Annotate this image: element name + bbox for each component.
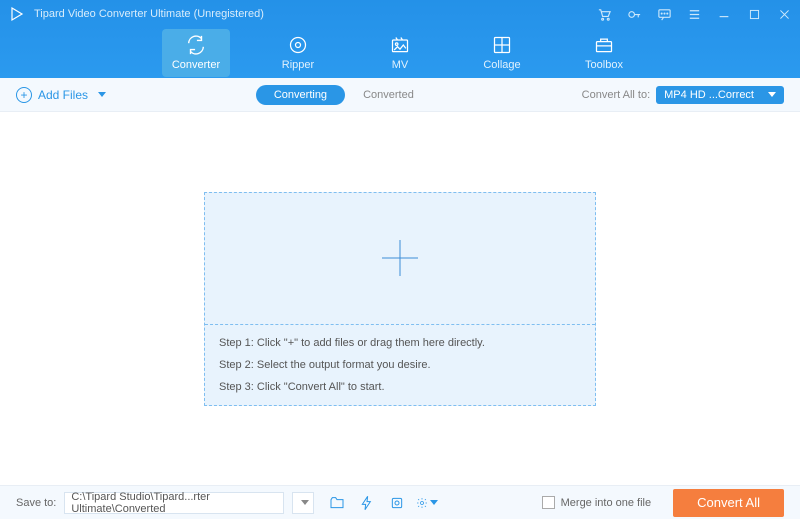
save-path-input[interactable]: C:\Tipard Studio\Tipard...rter Ultimate\…	[64, 492, 284, 514]
toolbox-icon	[594, 35, 614, 55]
tab-label: Converter	[172, 59, 220, 71]
save-to-label: Save to:	[16, 497, 56, 509]
maximize-icon[interactable]	[746, 6, 762, 22]
ripper-icon	[288, 35, 308, 55]
tab-collage[interactable]: Collage	[468, 29, 536, 77]
pill-converting[interactable]: Converting	[256, 85, 345, 105]
dropzone-instructions: Step 1: Click "+" to add files or drag t…	[205, 325, 595, 405]
merge-checkbox[interactable]: Merge into one file	[542, 496, 652, 509]
feedback-icon[interactable]	[656, 6, 672, 22]
save-path-value: C:\Tipard Studio\Tipard...rter Ultimate\…	[71, 491, 277, 515]
tab-mv[interactable]: MV	[366, 29, 434, 77]
status-tabs: Converting Converted	[256, 85, 432, 105]
collage-icon	[492, 35, 512, 55]
chevron-down-icon	[430, 500, 438, 505]
tab-label: Toolbox	[585, 59, 623, 71]
add-files-label: Add Files	[38, 88, 88, 102]
toolbar: + Add Files Converting Converted Convert…	[0, 78, 800, 112]
settings-icon[interactable]	[416, 492, 438, 514]
chevron-down-icon	[768, 92, 776, 97]
plus-icon	[382, 240, 418, 276]
tab-label: Collage	[483, 59, 520, 71]
close-icon[interactable]	[776, 6, 792, 22]
merge-label: Merge into one file	[561, 497, 652, 509]
mv-icon	[390, 35, 410, 55]
convert-all-button[interactable]: Convert All	[673, 489, 784, 517]
plus-circle-icon: +	[16, 87, 32, 103]
key-icon[interactable]	[626, 6, 642, 22]
tab-label: MV	[392, 59, 409, 71]
menu-icon[interactable]	[686, 6, 702, 22]
pill-converted[interactable]: Converted	[345, 85, 432, 105]
tab-ripper[interactable]: Ripper	[264, 29, 332, 77]
add-files-button[interactable]: + Add Files	[16, 87, 106, 103]
gpu-icon[interactable]	[386, 492, 408, 514]
path-dropdown-button[interactable]	[292, 492, 314, 514]
format-select[interactable]: MP4 HD ...Correct	[656, 86, 784, 104]
app-logo-icon	[8, 5, 26, 23]
format-value: MP4 HD ...Correct	[664, 89, 754, 101]
chevron-down-icon	[301, 500, 309, 505]
chevron-down-icon	[98, 92, 106, 97]
checkbox-icon	[542, 496, 555, 509]
open-folder-icon[interactable]	[326, 492, 348, 514]
cart-icon[interactable]	[596, 6, 612, 22]
main-tabs: Converter Ripper MV Collage Toolbox	[0, 28, 800, 78]
tab-toolbox[interactable]: Toolbox	[570, 29, 638, 77]
dropzone-add-area[interactable]	[205, 193, 595, 325]
dropzone: Step 1: Click "+" to add files or drag t…	[204, 192, 596, 406]
step-text: Step 1: Click "+" to add files or drag t…	[219, 337, 581, 349]
titlebar: Tipard Video Converter Ultimate (Unregis…	[0, 0, 800, 28]
hardware-accel-icon[interactable]	[356, 492, 378, 514]
main-area: Step 1: Click "+" to add files or drag t…	[0, 112, 800, 485]
window-title: Tipard Video Converter Ultimate (Unregis…	[34, 8, 596, 20]
minimize-icon[interactable]	[716, 6, 732, 22]
tab-label: Ripper	[282, 59, 314, 71]
footer: Save to: C:\Tipard Studio\Tipard...rter …	[0, 485, 800, 519]
tab-converter[interactable]: Converter	[162, 29, 230, 77]
convert-all-to-label: Convert All to:	[582, 89, 650, 101]
step-text: Step 2: Select the output format you des…	[219, 359, 581, 371]
step-text: Step 3: Click "Convert All" to start.	[219, 381, 581, 393]
converter-icon	[185, 35, 207, 55]
